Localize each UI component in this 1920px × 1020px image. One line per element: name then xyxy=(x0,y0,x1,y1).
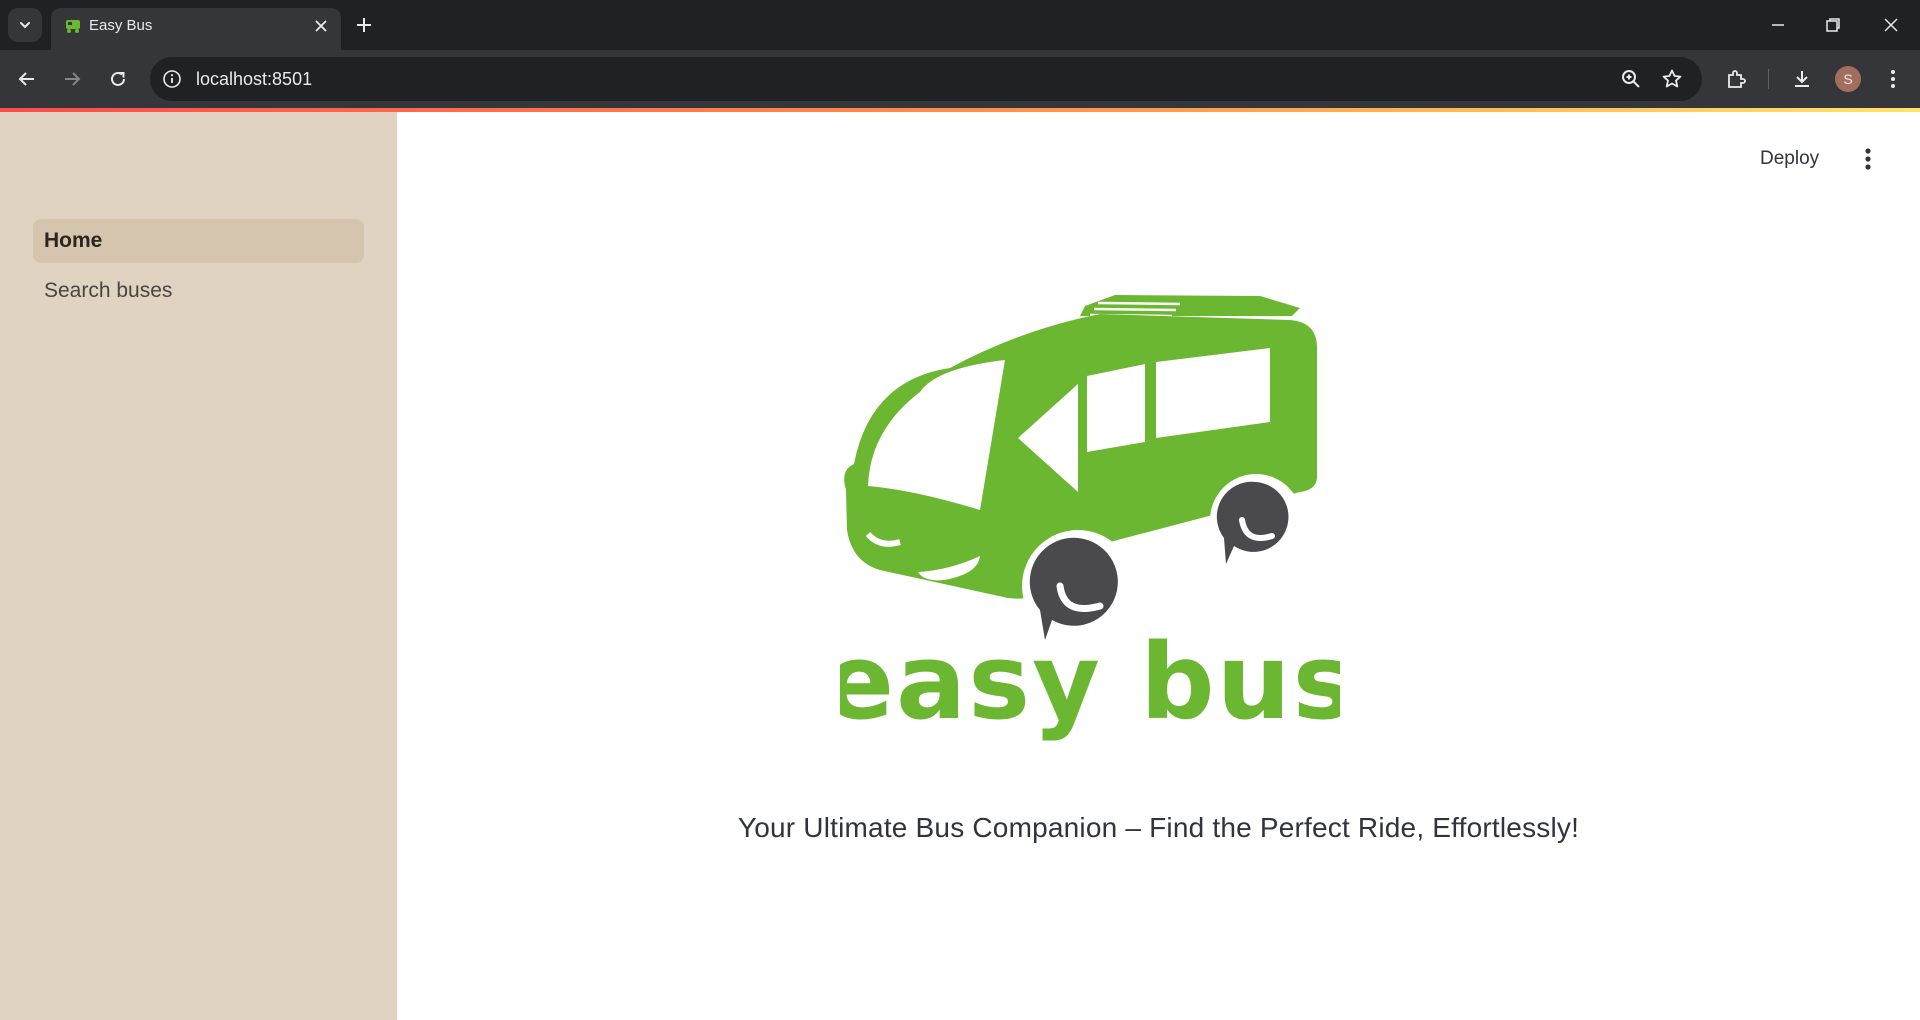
close-window-icon[interactable] xyxy=(1881,15,1901,35)
close-tab-icon[interactable] xyxy=(313,18,329,34)
tab-search-button[interactable] xyxy=(8,8,42,42)
back-arrow-icon[interactable] xyxy=(15,67,39,91)
easy-bus-logo: easy bus xyxy=(840,295,1340,743)
sidebar: Home Search buses xyxy=(0,112,397,1020)
zoom-icon[interactable] xyxy=(1620,68,1642,90)
main-menu-icon[interactable] xyxy=(1856,145,1880,173)
new-tab-icon[interactable] xyxy=(354,15,374,35)
toolbar-separator xyxy=(1768,69,1769,89)
minimize-icon[interactable] xyxy=(1768,15,1788,35)
chevron-down-icon xyxy=(20,22,30,29)
sidebar-item-home[interactable]: Home xyxy=(33,219,364,263)
bookmark-star-icon[interactable] xyxy=(1661,68,1683,90)
tagline: Your Ultimate Bus Companion – Find the P… xyxy=(737,812,1580,843)
bus-favicon-icon xyxy=(66,20,80,33)
restore-icon[interactable] xyxy=(1823,15,1843,35)
tab-title: Easy Bus xyxy=(89,17,153,34)
reload-icon[interactable] xyxy=(106,67,130,91)
deploy-button[interactable]: Deploy xyxy=(1760,143,1819,175)
site-info-icon[interactable] xyxy=(162,69,182,89)
url-text[interactable]: localhost:8501 xyxy=(196,57,312,101)
browser-toolbar: localhost:8501 xyxy=(0,50,1920,108)
browser-menu-icon[interactable] xyxy=(1881,67,1905,91)
logo-wordmark: easy bus xyxy=(840,621,1340,743)
sidebar-item-search-buses[interactable]: Search buses xyxy=(33,269,364,313)
address-bar[interactable]: localhost:8501 xyxy=(150,57,1702,101)
browser-tab-bar: Easy Bus xyxy=(0,0,1920,50)
bus-illustration xyxy=(844,295,1318,642)
extensions-icon[interactable] xyxy=(1724,67,1748,91)
download-icon[interactable] xyxy=(1790,67,1814,91)
browser-tab[interactable]: Easy Bus xyxy=(51,8,341,50)
forward-arrow-icon[interactable] xyxy=(60,67,84,91)
profile-avatar[interactable]: S xyxy=(1835,66,1861,92)
